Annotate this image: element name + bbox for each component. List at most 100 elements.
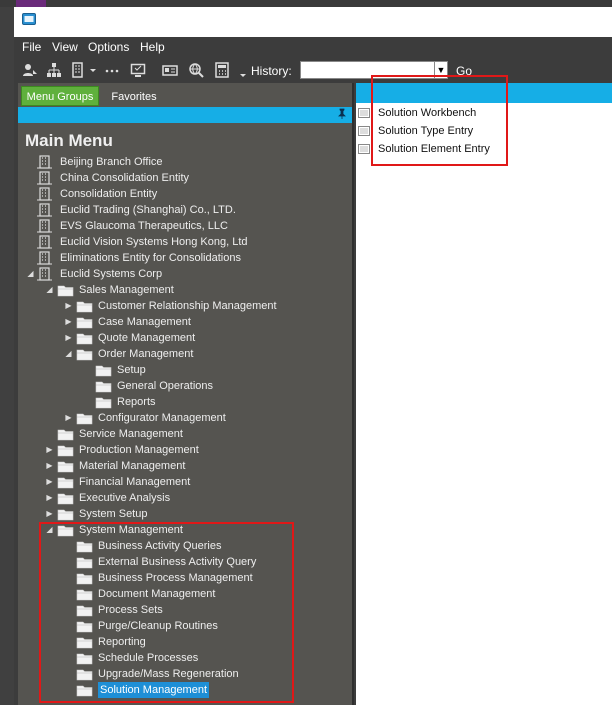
history-label: History: — [251, 64, 292, 78]
form-icon — [358, 144, 370, 155]
tree-item-label: Euclid Trading (Shanghai) Co., LTD. — [60, 204, 236, 216]
tree-item-label: EVS Glaucoma Therapeutics, LLC — [60, 220, 228, 232]
org-chart-icon[interactable] — [46, 62, 62, 78]
tree-item[interactable]: ▶ System Setup — [18, 506, 348, 522]
tree-item[interactable]: Consolidation Entity — [18, 186, 348, 202]
folder-icon — [95, 381, 112, 393]
globe-search-icon[interactable] — [188, 62, 204, 78]
tree-item[interactable]: ▶ Executive Analysis — [18, 490, 348, 506]
tree-item[interactable]: Euclid Vision Systems Hong Kong, Ltd — [18, 234, 348, 250]
folder-icon — [57, 429, 74, 441]
collapsed-arrow-icon[interactable]: ▶ — [45, 490, 54, 506]
desktop-background-top — [0, 0, 612, 7]
tree-item[interactable]: ▶ Quote Management — [18, 330, 348, 346]
tree-item-label: Sales Management — [79, 284, 174, 296]
collapsed-arrow-icon[interactable]: ▶ — [64, 314, 73, 330]
tree-item[interactable]: Beijing Branch Office — [18, 154, 348, 170]
tree-item[interactable]: China Consolidation Entity — [18, 170, 348, 186]
company-icon — [37, 235, 52, 249]
expanded-arrow-icon[interactable]: ◢ — [26, 266, 35, 282]
tree-item[interactable]: Setup — [18, 362, 348, 378]
monitor-icon[interactable] — [130, 62, 146, 78]
company-icon — [37, 203, 52, 217]
tree-item-label: Material Management — [79, 460, 186, 472]
tree-item[interactable]: ▶ Material Management — [18, 458, 348, 474]
tree-item[interactable]: Eliminations Entity for Consolidations — [18, 250, 348, 266]
expanded-arrow-icon[interactable]: ◢ — [45, 282, 54, 298]
expanded-arrow-icon[interactable]: ◢ — [64, 346, 73, 362]
tree-item-label: Executive Analysis — [79, 492, 171, 504]
collapsed-arrow-icon[interactable]: ▶ — [64, 298, 73, 314]
window-titlebar — [14, 7, 612, 37]
tree-item[interactable]: ▶ Financial Management — [18, 474, 348, 490]
tab-menu-groups[interactable]: Menu Groups — [21, 86, 99, 106]
chevron-down-icon[interactable] — [88, 62, 98, 78]
tree-item[interactable]: Euclid Trading (Shanghai) Co., LTD. — [18, 202, 348, 218]
form-icon — [358, 108, 370, 119]
tree-item-label: Consolidation Entity — [60, 188, 158, 200]
highlight-box-system-management — [39, 522, 294, 703]
calculator-icon[interactable] — [214, 62, 230, 78]
tree-item-label: Setup — [117, 364, 146, 376]
tree-item-label: Eliminations Entity for Consolidations — [60, 252, 241, 264]
company-icon — [37, 267, 52, 281]
collapsed-arrow-icon[interactable]: ▶ — [45, 458, 54, 474]
more-icon[interactable] — [104, 62, 120, 78]
tree-item[interactable]: Service Management — [18, 426, 348, 442]
folder-icon — [95, 365, 112, 377]
folder-icon — [57, 461, 74, 473]
building-icon[interactable] — [70, 62, 86, 78]
app-window-icon — [22, 13, 36, 25]
menu-help[interactable]: Help — [140, 40, 165, 54]
folder-icon — [76, 349, 93, 361]
tree-item-label: Order Management — [98, 348, 194, 360]
panel-title: Main Menu — [25, 131, 113, 150]
collapsed-arrow-icon[interactable]: ▶ — [45, 506, 54, 522]
tree-item[interactable]: ◢ Euclid Systems Corp — [18, 266, 348, 282]
content-panel — [356, 83, 612, 705]
collapsed-arrow-icon[interactable]: ▶ — [64, 410, 73, 426]
menu-options[interactable]: Options — [88, 40, 129, 54]
menu-file[interactable]: File — [22, 40, 41, 54]
dropdown-arrow-icon[interactable] — [238, 62, 248, 78]
tree-item[interactable]: ◢ Order Management — [18, 346, 348, 362]
collapsed-arrow-icon[interactable]: ▶ — [45, 442, 54, 458]
id-card-icon[interactable] — [162, 62, 178, 78]
folder-icon — [57, 493, 74, 505]
collapsed-arrow-icon[interactable]: ▶ — [64, 330, 73, 346]
company-icon — [37, 219, 52, 233]
tree-item[interactable]: ◢ Sales Management — [18, 282, 348, 298]
folder-icon — [57, 477, 74, 489]
folder-icon — [76, 333, 93, 345]
folder-icon — [76, 301, 93, 313]
tree-item-label: Quote Management — [98, 332, 196, 344]
tree-item-label: Euclid Vision Systems Hong Kong, Ltd — [60, 236, 248, 248]
company-icon — [37, 155, 52, 169]
folder-icon — [57, 509, 74, 521]
tree-item[interactable]: ▶ Configurator Management — [18, 410, 348, 426]
tree-item-label: Customer Relationship Management — [98, 300, 277, 312]
pin-icon[interactable] — [336, 108, 348, 120]
tree-item-label: Reports — [117, 396, 156, 408]
menu-view[interactable]: View — [52, 40, 78, 54]
collapsed-arrow-icon[interactable]: ▶ — [45, 474, 54, 490]
company-icon — [37, 187, 52, 201]
tab-favorites[interactable]: Favorites — [103, 88, 165, 106]
panel-header-bar — [18, 107, 352, 123]
users-icon[interactable] — [22, 62, 38, 78]
tree-item[interactable]: ▶ Case Management — [18, 314, 348, 330]
tree-item-label: System Setup — [79, 508, 148, 520]
tree-item-label: Case Management — [98, 316, 191, 328]
tree-item[interactable]: EVS Glaucoma Therapeutics, LLC — [18, 218, 348, 234]
tree-item-label: Financial Management — [79, 476, 191, 488]
tree-item-label: Service Management — [79, 428, 183, 440]
tree-item[interactable]: ▶ Production Management — [18, 442, 348, 458]
taskbar-app-fragment — [16, 0, 46, 7]
highlight-box-solutions — [371, 75, 508, 166]
tree-item[interactable]: ▶ Customer Relationship Management — [18, 298, 348, 314]
tree-item-label: Beijing Branch Office — [60, 156, 163, 168]
tree-item[interactable]: General Operations — [18, 378, 348, 394]
folder-icon — [95, 397, 112, 409]
form-icon — [358, 126, 370, 137]
tree-item[interactable]: Reports — [18, 394, 348, 410]
